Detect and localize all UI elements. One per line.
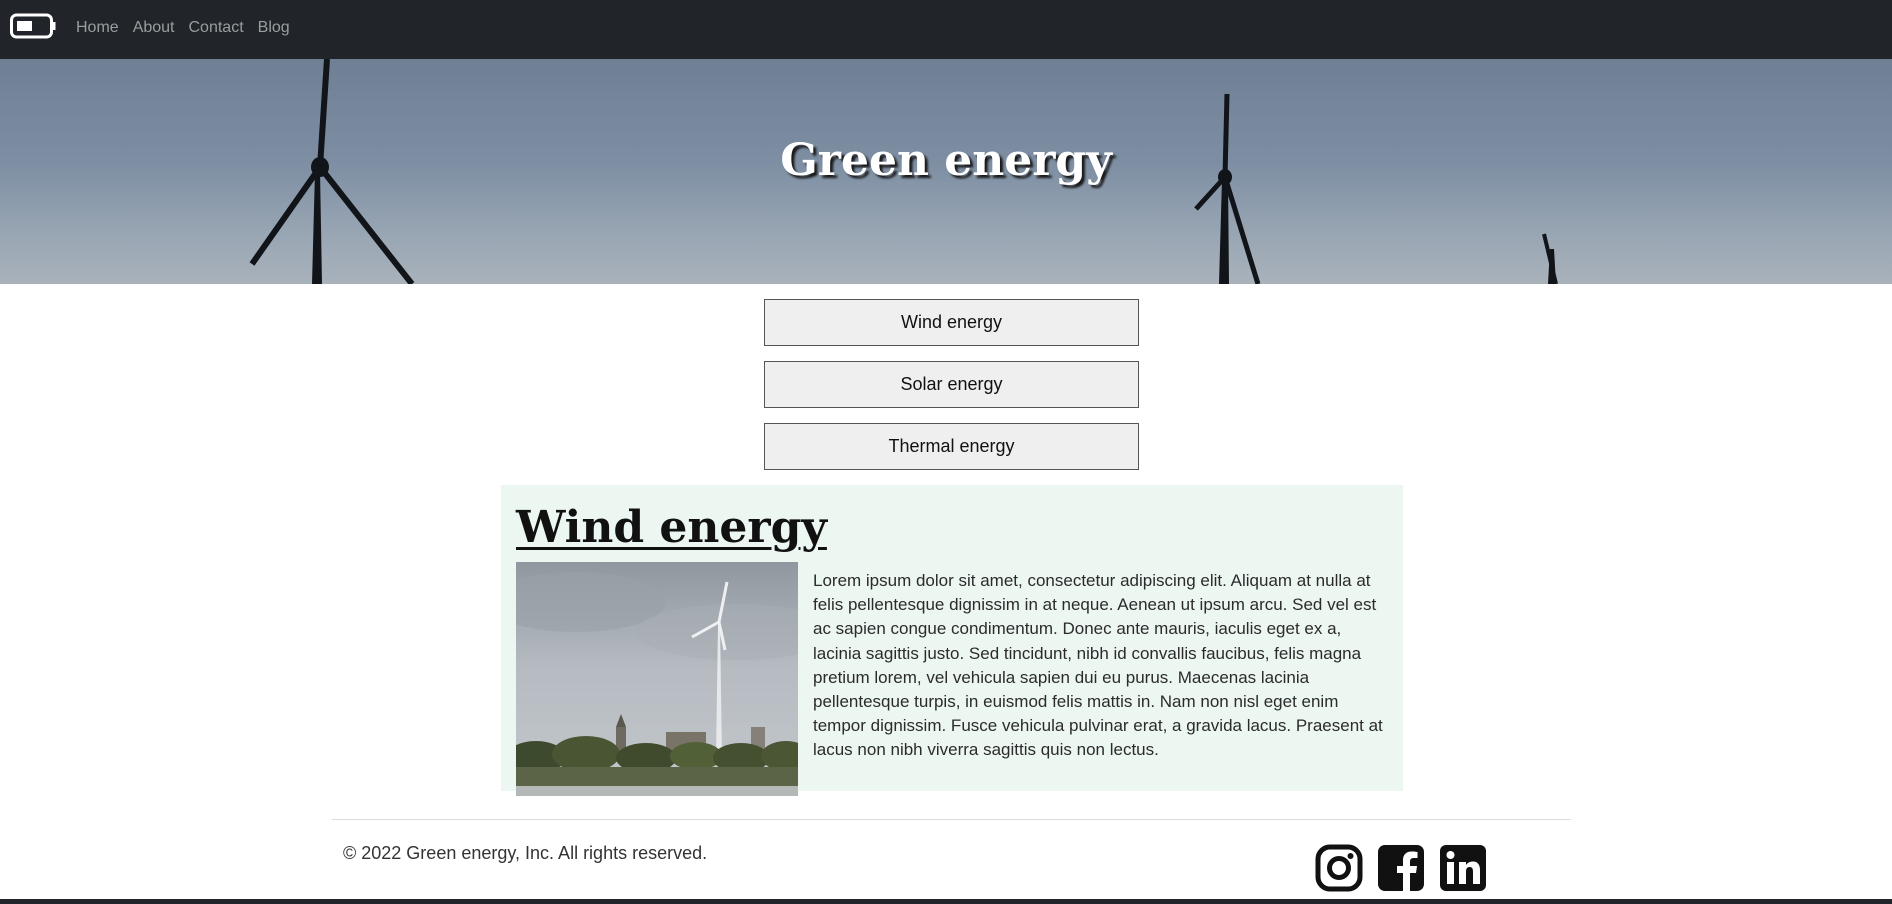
footer-copyright: © 2022 Green energy, Inc. All rights res… — [343, 843, 708, 863]
footer-divider — [332, 819, 1571, 820]
section-title: Wind energy — [516, 502, 827, 553]
nav-link-about[interactable]: About — [133, 19, 175, 37]
navbar: Home About Contact Blog — [0, 0, 1892, 59]
bottom-edge — [0, 899, 1892, 904]
nav-link-home[interactable]: Home — [76, 19, 119, 37]
nav-link-blog[interactable]: Blog — [258, 19, 290, 37]
thermal-energy-button[interactable]: Thermal energy — [764, 423, 1139, 470]
facebook-icon[interactable] — [1377, 843, 1425, 893]
wind-energy-button[interactable]: Wind energy — [764, 299, 1139, 346]
instagram-icon[interactable] — [1315, 843, 1363, 893]
hero-title: Green energy — [780, 135, 1112, 186]
wind-turbine-photo — [516, 562, 798, 796]
linkedin-icon[interactable] — [1439, 843, 1487, 893]
section-body-text: Lorem ipsum dolor sit amet, consectetur … — [813, 571, 1383, 760]
battery-icon[interactable] — [10, 13, 56, 39]
nav-link-contact[interactable]: Contact — [189, 19, 244, 37]
solar-energy-button[interactable]: Solar energy — [764, 361, 1139, 408]
energy-section-card: Wind energy Lorem ipsum dolor sit amet, … — [501, 485, 1403, 796]
hero-banner: Green energy — [0, 59, 1892, 284]
nav-links: Home About Contact Blog — [76, 0, 304, 55]
